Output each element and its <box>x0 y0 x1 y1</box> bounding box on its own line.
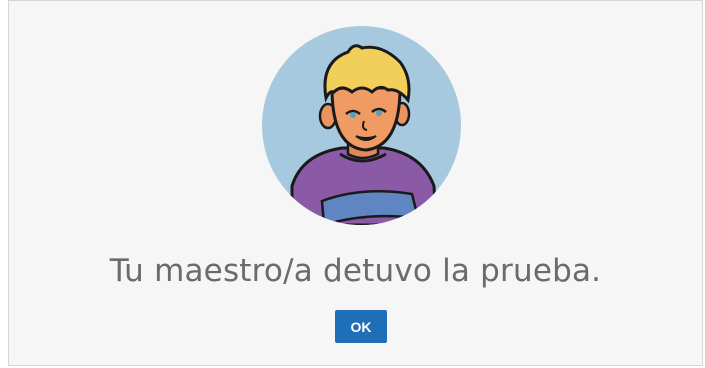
ok-button[interactable]: OK <box>335 310 387 343</box>
test-stopped-dialog: Tu maestro/a detuvo la prueba. OK <box>8 0 703 366</box>
test-stopped-message: Tu maestro/a detuvo la prueba. <box>109 253 602 289</box>
child-avatar-icon <box>262 26 461 225</box>
